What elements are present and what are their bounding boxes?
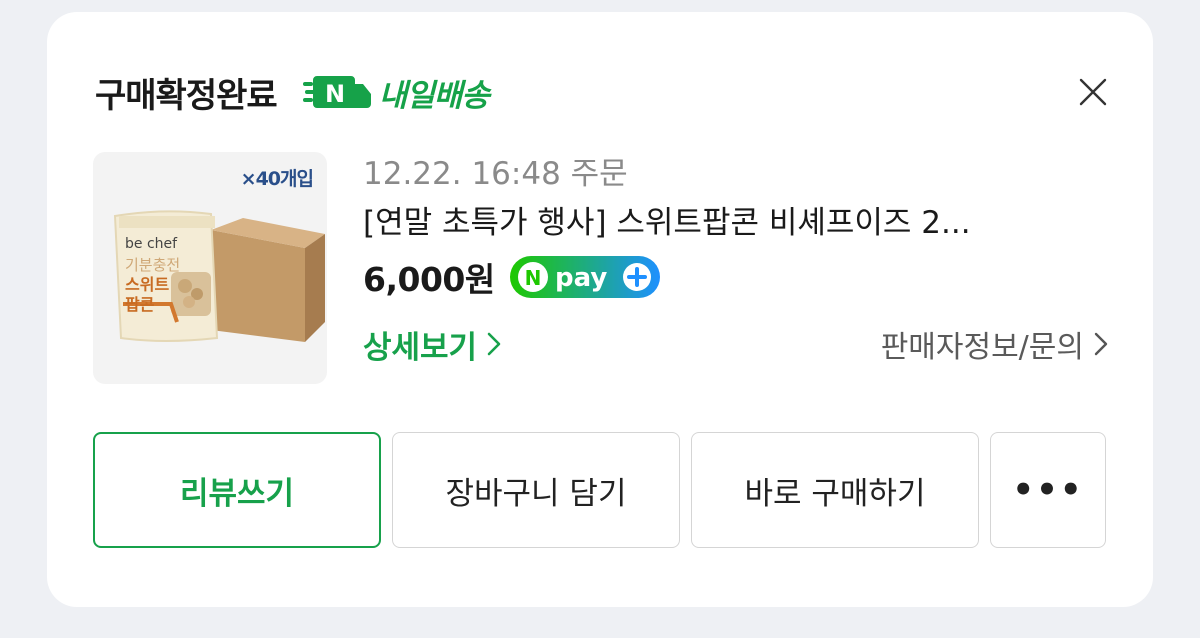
product-price: 6,000원 xyxy=(363,260,495,299)
seller-info-link[interactable]: 판매자정보/문의 xyxy=(881,322,1108,366)
chevron-right-icon xyxy=(1094,332,1108,356)
add-to-cart-button[interactable]: 장바구니 담기 xyxy=(392,432,680,548)
buy-now-button[interactable]: 바로 구매하기 xyxy=(691,432,979,548)
npay-plus-icon: N pay xyxy=(509,256,660,298)
more-options-button[interactable]: ••• xyxy=(990,432,1106,548)
view-details-link[interactable]: 상세보기 xyxy=(363,322,501,367)
order-date: 12.22. 16:48 주문 xyxy=(363,156,628,192)
bag-name-line2: 스위트 xyxy=(125,275,169,294)
product-info: 12.22. 16:48 주문 [연말 초특가 행사] 스위트팝콘 비셰프이즈 … xyxy=(363,152,1108,374)
bag-name-line1: 기분충전 xyxy=(125,256,180,274)
order-status-title: 구매확정완료 xyxy=(95,75,278,116)
view-details-label: 상세보기 xyxy=(363,329,478,366)
delivery-badge: N 내일배송 xyxy=(302,70,490,115)
links-row: 상세보기 판매자정보/문의 xyxy=(363,314,1108,374)
product-title[interactable]: [연말 초특가 행사] 스위트팝콘 비셰프이즈 2... xyxy=(363,196,1093,250)
product-thumbnail[interactable]: ×40개입 be chef 기분충전 스위트 팝콘 xyxy=(93,152,327,384)
price-row: 6,000원 N pay xyxy=(363,250,1108,304)
svg-text:N: N xyxy=(524,266,541,290)
truck-icon: N xyxy=(302,76,371,108)
write-review-button[interactable]: 리뷰쓰기 xyxy=(93,432,381,548)
close-icon[interactable] xyxy=(1079,78,1107,106)
delivery-label: 내일배송 xyxy=(378,77,490,114)
order-card: 구매확정완료 N 내일배송 ×40개입 be chef 기분충전 스위트 팝콘 … xyxy=(47,12,1153,607)
card-header: 구매확정완료 N 내일배송 xyxy=(95,62,490,122)
bag-name-line3: 팝콘 xyxy=(125,295,155,314)
delivery-n-letter: N xyxy=(325,80,345,108)
product-image-icon: be chef 기분충전 스위트 팝콘 xyxy=(113,210,325,342)
npay-label: pay xyxy=(555,263,607,293)
bag-brand-text: be chef xyxy=(125,236,178,252)
seller-info-label: 판매자정보/문의 xyxy=(880,330,1084,365)
chevron-right-icon xyxy=(487,332,501,356)
